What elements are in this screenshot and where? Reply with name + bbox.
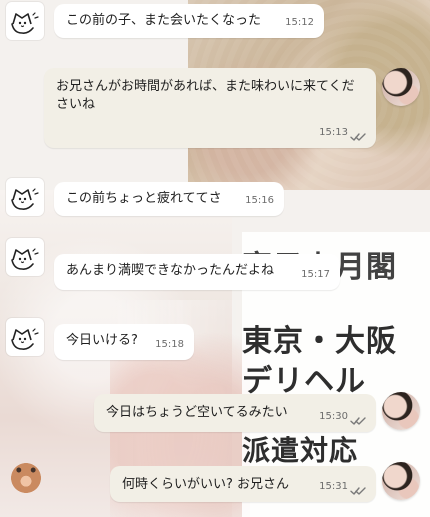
message-text: この前ちょっと疲れててさ <box>66 191 222 206</box>
message-time: 15:12 <box>285 17 314 28</box>
person-avatar-icon <box>382 68 420 106</box>
person-avatar-icon <box>382 392 420 430</box>
cat-avatar-icon <box>6 2 44 40</box>
cat-avatar-icon <box>6 238 44 276</box>
message-time: 15:16 <box>245 195 274 206</box>
double-check-icon <box>350 417 366 425</box>
chat-message-right-3[interactable]: 何時くらいがいい? お兄さん 15:31 <box>110 466 376 502</box>
chat-message-left-2[interactable]: この前ちょっと疲れててさ 15:16 <box>54 182 284 216</box>
person-avatar-icon <box>382 462 420 500</box>
message-text: お兄さんがお時間があれば、また味わいに来てくださいね <box>56 79 355 112</box>
chat-message-right-2[interactable]: 今日はちょうど空いてるみたい 15:30 <box>94 394 376 432</box>
message-time: 15:31 <box>319 481 348 492</box>
message-time: 15:18 <box>155 339 184 350</box>
cat-avatar-icon <box>6 178 44 216</box>
chat-message-left-1[interactable]: この前の子、また会いたくなった 15:12 <box>54 4 324 38</box>
message-text: この前の子、また会いたくなった <box>66 13 262 28</box>
message-time: 15:13 <box>319 127 348 138</box>
cat-avatar-icon <box>6 318 44 356</box>
chat-message-right-1[interactable]: お兄さんがお時間があれば、また味わいに来てくださいね 15:13 <box>44 68 376 148</box>
promo-line-4: 派遣対応 <box>242 434 359 467</box>
double-check-icon <box>350 487 366 495</box>
double-check-icon <box>350 133 366 141</box>
message-text: あんまり満喫できなかったんだよね <box>66 263 275 278</box>
chat-message-left-4[interactable]: 今日いける? 15:18 <box>54 324 194 360</box>
chat-message-left-3[interactable]: あんまり満喫できなかったんだよね 15:17 <box>54 254 340 290</box>
bear-decoration-icon <box>8 458 44 498</box>
message-time: 15:17 <box>301 269 330 280</box>
message-time: 15:30 <box>319 411 348 422</box>
promo-line-2: 東京・大阪 <box>242 324 397 359</box>
